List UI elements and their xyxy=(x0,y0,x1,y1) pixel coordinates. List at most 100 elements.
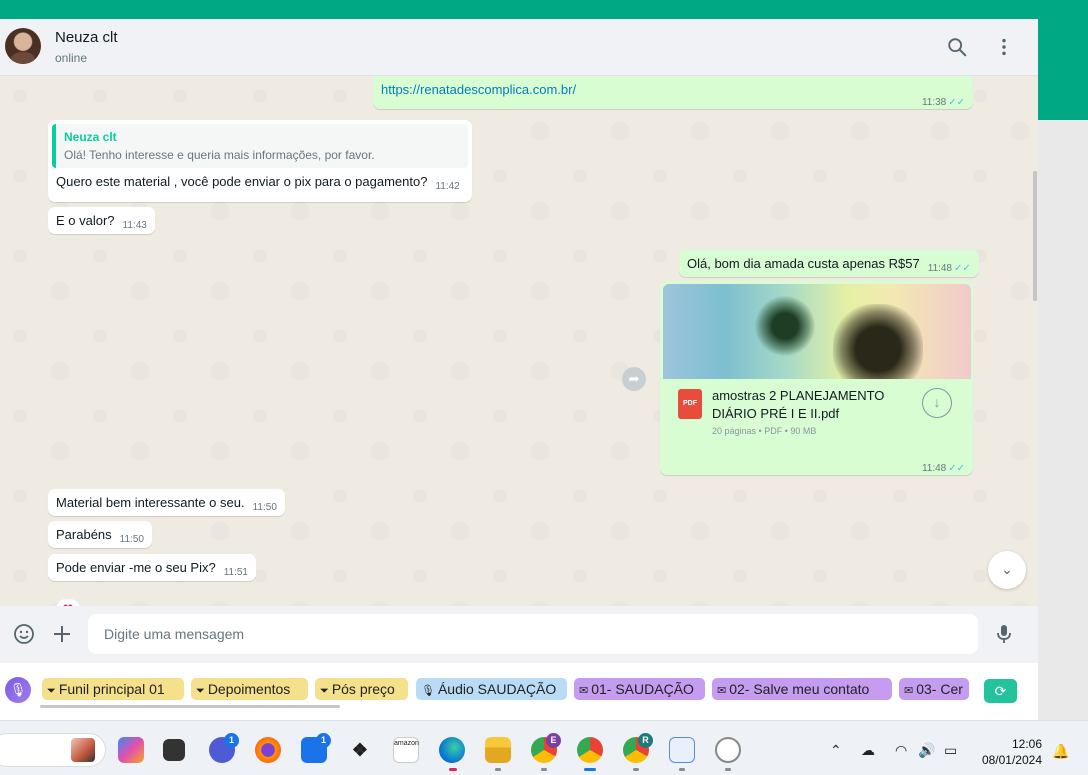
message-time: 11:50 xyxy=(119,534,144,545)
read-ticks-icon: ✓✓ xyxy=(948,463,965,474)
chrome-icon[interactable] xyxy=(577,737,603,763)
firefox-icon[interactable] xyxy=(255,737,281,763)
chat-panel: Neuza clt online https://renatadescompli… xyxy=(0,19,1038,720)
app-side-area xyxy=(1038,120,1088,720)
taskbar: 1 1 ❖ amazon E R ⌃ ☁ ◠ 🔊 ▭ 12:06 08/01/2… xyxy=(0,720,1088,775)
envelope-icon: ✉ xyxy=(579,685,589,697)
message-bubble-incoming[interactable]: Neuza clt Olá! Tenho interesse e queria … xyxy=(48,120,472,202)
quoted-text: Olá! Tenho interesse e queria mais infor… xyxy=(64,148,375,162)
funnel-icon: ⏷ xyxy=(47,685,56,697)
message-bubble-incoming[interactable]: Pode enviar -me o seu Pix? 11:51 xyxy=(48,554,256,581)
clock-date: 08/01/2024 xyxy=(981,753,1042,767)
message-text: Pode enviar -me o seu Pix? xyxy=(56,560,216,575)
microphone-icon[interactable] xyxy=(992,622,1016,646)
volume-icon[interactable]: 🔊 xyxy=(918,742,935,759)
message-list[interactable]: https://renatadescomplica.com.br/ 11:38 ✓… xyxy=(0,76,1038,606)
quick-reply-chip[interactable]: ✉ 02- Salve meu contato xyxy=(712,678,892,700)
active-indicator xyxy=(584,768,596,771)
quoted-message[interactable]: Neuza clt Olá! Tenho interesse e queria … xyxy=(52,124,468,168)
attach-plus-icon[interactable] xyxy=(50,622,74,646)
webcam-icon[interactable] xyxy=(715,737,741,763)
file-explorer-icon[interactable] xyxy=(485,737,511,763)
document-message[interactable]: PDF amostras 2 PLANEJAMENTO DIÁRIO PRÉ I… xyxy=(660,281,973,475)
contact-name[interactable]: Neuza clt xyxy=(55,29,118,46)
notification-badge: 1 xyxy=(316,733,331,748)
message-bubble-outgoing[interactable]: https://renatadescomplica.com.br/ 11:38 ✓… xyxy=(373,76,973,109)
message-time: 11:38 xyxy=(921,97,947,108)
running-indicator xyxy=(633,768,639,771)
refresh-icon[interactable]: ⟳ xyxy=(984,679,1017,703)
scroll-down-button[interactable]: ⌄ xyxy=(988,551,1026,589)
message-bubble-incoming[interactable]: E o valor? 11:43 xyxy=(48,207,155,234)
running-indicator xyxy=(725,768,731,771)
audio-record-icon[interactable]: 🎙 xyxy=(5,677,31,703)
dropbox-icon[interactable]: ❖ xyxy=(347,737,373,763)
amazon-icon[interactable]: amazon xyxy=(393,737,419,763)
message-time: 11:42 xyxy=(435,181,460,192)
document-meta: 20 páginas • PDF • 90 MB xyxy=(712,426,817,436)
chevron-up-icon[interactable]: ⌃ xyxy=(830,742,842,759)
taskbar-clock[interactable]: 12:06 08/01/2024 xyxy=(970,736,1042,768)
taskbar-search[interactable] xyxy=(0,733,106,767)
app-background-panel xyxy=(1038,19,1088,120)
copilot-icon[interactable] xyxy=(118,737,144,763)
message-text: Olá, bom dia amada custa apenas R$57 xyxy=(687,256,920,271)
horizontal-scrollbar[interactable] xyxy=(40,705,340,708)
message-text: Quero este material , você pode enviar o… xyxy=(56,174,428,189)
message-time: 11:48 xyxy=(927,263,952,274)
notification-badge: 1 xyxy=(224,733,239,748)
composer xyxy=(0,606,1038,663)
message-time: 11:43 xyxy=(122,220,147,231)
contact-status: online xyxy=(55,51,88,65)
message-bubble-incoming[interactable]: Parabéns 11:50 xyxy=(48,521,152,548)
more-options-icon[interactable] xyxy=(993,36,1015,58)
heart-reaction-icon[interactable]: ❤ xyxy=(56,599,80,606)
app-top-band xyxy=(0,0,1088,19)
cloud-icon[interactable]: ☁ xyxy=(861,742,875,759)
terminal-icon[interactable] xyxy=(163,739,185,761)
forward-icon[interactable]: ➦ xyxy=(622,367,646,391)
screen: Neuza clt online https://renatadescompli… xyxy=(0,0,1088,775)
document-name[interactable]: amostras 2 PLANEJAMENTO DIÁRIO PRÉ I E I… xyxy=(712,387,917,423)
message-text: E o valor? xyxy=(56,213,115,228)
quick-reply-chip[interactable]: ⏷ Pós preço xyxy=(315,678,408,700)
envelope-icon: ✉ xyxy=(904,685,914,697)
message-text: Parabéns xyxy=(56,527,112,542)
download-icon[interactable]: ↓ xyxy=(922,388,952,418)
message-link[interactable]: https://renatadescomplica.com.br/ xyxy=(381,82,576,97)
message-bubble-outgoing[interactable]: Olá, bom dia amada custa apenas R$57 11:4… xyxy=(679,250,979,277)
quick-reply-chip[interactable]: 🎙 Áudio SAUDAÇÃO xyxy=(416,678,567,700)
scrollbar[interactable] xyxy=(1033,171,1037,301)
clock-time: 12:06 xyxy=(1011,737,1042,751)
search-icon[interactable] xyxy=(946,36,968,58)
notification-bell-icon[interactable]: 🔔 xyxy=(1052,743,1069,760)
message-bubble-incoming[interactable]: Material bem interessante o seu. 11:50 xyxy=(48,489,285,516)
message-time: 11:51 xyxy=(223,567,248,578)
quick-reply-chip[interactable]: ⏷ Depoimentos xyxy=(191,678,308,700)
edge-icon[interactable] xyxy=(439,737,465,763)
message-text: Material bem interessante o seu. xyxy=(56,495,245,510)
message-input[interactable] xyxy=(88,614,978,654)
wifi-icon[interactable]: ◠ xyxy=(895,742,907,759)
quick-reply-chip[interactable]: ⏷ Funil principal 01 xyxy=(42,678,184,700)
funnel-icon: ⏷ xyxy=(320,685,329,697)
chat-header[interactable]: Neuza clt online xyxy=(0,19,1038,76)
read-ticks-icon: ✓✓ xyxy=(954,263,971,274)
funnel-icon: ⏷ xyxy=(196,685,205,697)
running-indicator xyxy=(495,768,501,771)
quick-reply-chip[interactable]: ✉ 01- SAUDAÇÃO xyxy=(574,678,705,700)
notepad-icon[interactable] xyxy=(669,737,695,763)
quick-reply-chip[interactable]: ✉ 03- Cer xyxy=(899,678,969,700)
emoji-icon[interactable] xyxy=(12,622,36,646)
quoted-author: Neuza clt xyxy=(64,130,117,144)
mic-icon: 🎙 xyxy=(421,685,435,697)
pdf-icon: PDF xyxy=(678,389,702,419)
search-highlight-image xyxy=(71,738,95,762)
document-preview[interactable] xyxy=(663,284,971,379)
profile-badge: R xyxy=(638,733,653,748)
envelope-icon: ✉ xyxy=(717,685,727,697)
battery-icon[interactable]: ▭ xyxy=(944,742,957,759)
active-indicator xyxy=(449,768,457,771)
avatar[interactable] xyxy=(5,28,41,64)
profile-badge: E xyxy=(546,733,561,748)
